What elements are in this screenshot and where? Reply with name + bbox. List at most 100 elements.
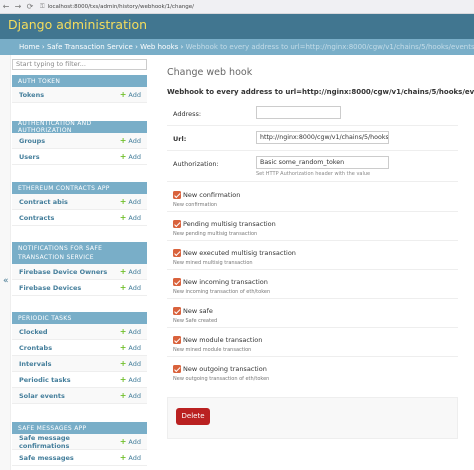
checkbox-label[interactable]: New confirmation xyxy=(183,191,240,199)
add-link[interactable]: + Add xyxy=(120,343,141,352)
model-link[interactable]: Clocked xyxy=(19,328,48,336)
checkbox-label[interactable]: Pending multisig transaction xyxy=(183,220,276,228)
breadcrumb-app[interactable]: Safe Transaction Service xyxy=(47,43,133,51)
reload-icon[interactable]: ⟳ xyxy=(24,0,36,14)
sidebar-item-tokens: Tokens + Add xyxy=(12,87,147,103)
back-icon[interactable]: ← xyxy=(0,0,12,14)
add-link[interactable]: + Add xyxy=(120,437,141,446)
model-link[interactable]: Intervals xyxy=(19,360,52,368)
model-link[interactable]: Safe message confirmations xyxy=(19,434,120,450)
module-caption[interactable]: AUTHENTICATION AND AUTHORIZATION xyxy=(12,120,147,134)
module-caption[interactable]: ETHEREUM CONTRACTS APP xyxy=(12,182,147,194)
plus-icon: + xyxy=(119,152,127,161)
module-safe-messages: SAFE MESSAGES APP Safe message confirmat… xyxy=(12,422,147,466)
add-link[interactable]: + Add xyxy=(120,391,141,400)
add-label: Add xyxy=(128,152,141,161)
checkbox-help: New mined multisig transaction xyxy=(173,260,253,266)
model-link[interactable]: Contract abis xyxy=(19,198,68,206)
plus-icon: + xyxy=(119,197,127,206)
divider xyxy=(167,240,458,241)
checkbox[interactable] xyxy=(173,336,181,344)
checkbox[interactable] xyxy=(173,191,181,199)
authorization-field[interactable]: Basic some_random_token xyxy=(256,156,389,169)
sidebar-item-solar-events: Solar events + Add xyxy=(12,388,147,404)
module-notifications: NOTIFICATIONS FOR SAFE TRANSACTION SERVI… xyxy=(12,242,147,296)
add-link[interactable]: + Add xyxy=(120,90,141,99)
add-link[interactable]: + Add xyxy=(120,359,141,368)
add-label: Add xyxy=(128,90,141,99)
add-link[interactable]: + Add xyxy=(120,152,141,161)
checkbox-help: New mined module transaction xyxy=(173,347,252,353)
plus-icon: + xyxy=(119,90,127,99)
url-field[interactable]: http://nginx:8000/cgw/v1/chains/5/hooks/… xyxy=(256,131,389,144)
add-link[interactable]: + Add xyxy=(120,453,141,462)
divider xyxy=(167,181,458,182)
sidebar-item-contracts: Contracts + Add xyxy=(12,210,147,226)
sidebar-item-periodic-tasks: Periodic tasks + Add xyxy=(12,372,147,388)
module-auth-token: AUTH TOKEN Tokens + Add xyxy=(12,75,147,103)
checkbox-label[interactable]: New executed multisig transaction xyxy=(183,249,296,257)
model-link[interactable]: Safe messages xyxy=(19,454,74,462)
module-caption[interactable]: AUTH TOKEN xyxy=(12,75,147,87)
checkbox-help: New Safe created xyxy=(173,318,218,324)
module-caption[interactable]: PERIODIC TASKS xyxy=(12,312,147,324)
add-link[interactable]: + Add xyxy=(120,267,141,276)
sidebar-item-users: Users + Add xyxy=(12,149,147,165)
model-link[interactable]: Periodic tasks xyxy=(19,376,71,384)
sidebar-item-contract-abis: Contract abis + Add xyxy=(12,194,147,210)
checkbox-label[interactable]: New safe xyxy=(183,307,213,315)
address-bar[interactable]: localhost:8000/txs/admin/history/webhook… xyxy=(48,4,194,10)
checkbox-label[interactable]: New incoming transaction xyxy=(183,278,268,286)
module-caption[interactable]: SAFE MESSAGES APP xyxy=(12,422,147,434)
checkbox-label[interactable]: New outgoing transaction xyxy=(183,365,267,373)
module-periodic-tasks: PERIODIC TASKS Clocked + Add Crontabs + Ad… xyxy=(12,312,147,404)
plus-icon: + xyxy=(119,453,127,462)
submit-row: Delete xyxy=(167,397,458,439)
add-link[interactable]: + Add xyxy=(120,283,141,292)
add-link[interactable]: + Add xyxy=(120,213,141,222)
checkbox[interactable] xyxy=(173,220,181,228)
forward-icon[interactable]: → xyxy=(12,0,24,14)
sidebar-item-intervals: Intervals + Add xyxy=(12,356,147,372)
plus-icon: + xyxy=(119,437,127,446)
breadcrumb-model[interactable]: Web hooks xyxy=(140,43,178,51)
model-link[interactable]: Crontabs xyxy=(19,344,52,352)
add-label: Add xyxy=(128,453,141,462)
address-field[interactable] xyxy=(256,106,341,119)
add-label: Add xyxy=(128,375,141,384)
plus-icon: + xyxy=(119,359,127,368)
sidebar-item-safe-messages: Safe messages + Add xyxy=(12,450,147,466)
add-label: Add xyxy=(128,327,141,336)
divider xyxy=(167,150,458,151)
checkbox[interactable] xyxy=(173,278,181,286)
add-label: Add xyxy=(128,359,141,368)
site-header: Django administration xyxy=(0,14,474,39)
breadcrumb-separator: › xyxy=(180,43,184,51)
checkbox[interactable] xyxy=(173,307,181,315)
model-link[interactable]: Users xyxy=(19,153,40,161)
delete-button[interactable]: Delete xyxy=(176,408,210,425)
model-link[interactable]: Groups xyxy=(19,137,45,145)
sidebar-filter-input[interactable]: Start typing to filter... xyxy=(12,59,147,70)
add-link[interactable]: + Add xyxy=(120,375,141,384)
main-content: Change web hook Webhook to every address… xyxy=(154,55,474,470)
checkbox-label[interactable]: New module transaction xyxy=(183,336,262,344)
model-link[interactable]: Tokens xyxy=(19,91,44,99)
checkbox[interactable] xyxy=(173,249,181,257)
model-link[interactable]: Contracts xyxy=(19,214,54,222)
model-link[interactable]: Solar events xyxy=(19,392,65,400)
sidebar-item-groups: Groups + Add xyxy=(12,133,147,149)
model-link[interactable]: Firebase Device Owners xyxy=(19,268,107,276)
model-link[interactable]: Firebase Devices xyxy=(19,284,81,292)
site-name-link[interactable]: Django administration xyxy=(8,17,147,32)
add-link[interactable]: + Add xyxy=(120,327,141,336)
checkbox[interactable] xyxy=(173,365,181,373)
sidebar-item-safe-message-confirmations: Safe message confirmations + Add xyxy=(12,434,147,450)
plus-icon: + xyxy=(119,391,127,400)
add-link[interactable]: + Add xyxy=(120,136,141,145)
breadcrumb-separator: › xyxy=(135,43,138,51)
add-link[interactable]: + Add xyxy=(120,197,141,206)
module-caption[interactable]: NOTIFICATIONS FOR SAFE TRANSACTION SERVI… xyxy=(12,242,147,264)
divider xyxy=(167,356,458,357)
breadcrumb-home[interactable]: Home xyxy=(19,43,40,51)
